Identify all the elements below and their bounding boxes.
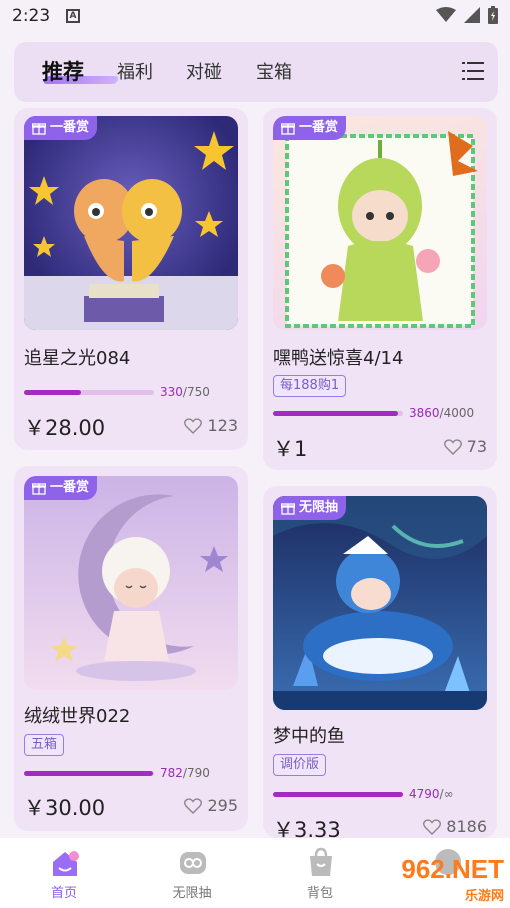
product-badge: 调价版 [273, 754, 327, 776]
like-count: 123 [207, 416, 238, 435]
lottery-type-tag: 一番赏 [24, 116, 98, 140]
product-card[interactable]: 无限抽 梦中的鱼 调价版 4790/∞ ￥3.33 8186 [263, 486, 497, 842]
like-count: 8186 [446, 817, 487, 836]
gift-icon [281, 503, 295, 515]
product-image: 一番赏 [24, 476, 238, 690]
sales-progress-bar [24, 771, 154, 776]
product-image: 无限抽 [273, 496, 487, 710]
nav-backpack[interactable]: 背包 [270, 838, 370, 908]
progress-fill [24, 390, 82, 395]
heart-icon [184, 797, 203, 814]
product-card[interactable]: 一番赏 追星之光084 330/750 ￥28.00 123 [14, 108, 248, 450]
nav-infinite-draw[interactable]: 无限抽 [142, 838, 242, 908]
status-time: 2:23 [12, 6, 51, 26]
product-title: 绒绒世界022 [24, 706, 131, 727]
product-image: 一番赏 [24, 116, 238, 330]
sales-progress-bar [273, 792, 403, 797]
nav-home[interactable]: 首页 [14, 838, 114, 908]
progress-count: 782/790 [160, 766, 210, 780]
gift-icon [281, 123, 295, 135]
lottery-type-tag: 一番赏 [273, 116, 347, 140]
site-watermark: 962.NET 乐游网 [401, 854, 504, 904]
gift-icon [32, 123, 46, 135]
tag-label: 一番赏 [50, 120, 90, 135]
product-title: 追星之光084 [24, 348, 131, 369]
progress-count: 330/750 [160, 385, 210, 399]
sales-progress-bar [24, 390, 154, 395]
like-count: 73 [466, 437, 487, 456]
lottery-type-tag: 一番赏 [24, 476, 98, 500]
watermark-main: 962.NET [401, 854, 504, 884]
wifi-icon [436, 7, 456, 22]
like-button[interactable]: 123 [184, 416, 238, 435]
nav-backpack-label: 背包 [306, 886, 333, 901]
nav-infinite-draw-label: 无限抽 [172, 886, 212, 901]
figure-illustration [273, 496, 487, 710]
tag-label: 一番赏 [299, 120, 339, 135]
watermark-sub: 乐游网 [464, 888, 504, 903]
figure-illustration [285, 131, 478, 328]
product-price: ￥30.00 [24, 796, 106, 820]
home-icon [53, 851, 79, 876]
progress-fill [24, 771, 153, 776]
progress-fill [273, 411, 399, 416]
like-button[interactable]: 8186 [423, 817, 487, 836]
tab-welfare[interactable]: 福利 [117, 58, 153, 84]
heart-icon [423, 818, 442, 835]
menu-icon[interactable] [462, 62, 484, 80]
notification-icon: A [66, 9, 80, 23]
status-icons [436, 6, 498, 24]
like-count: 295 [207, 796, 238, 815]
status-bar: 2:23 A [0, 0, 510, 34]
signal-icon [464, 7, 480, 23]
figure-illustration [24, 131, 238, 330]
like-button[interactable]: 73 [443, 437, 487, 456]
product-card[interactable]: 一番赏 绒绒世界022 五箱 782/790 ￥30.00 295 [14, 466, 248, 831]
tag-label: 一番赏 [50, 480, 90, 495]
product-card[interactable]: 一番赏 嘿鸭送惊喜4/14 每188购1 3860/4000 ￥1 73 [263, 108, 497, 470]
nav-home-label: 首页 [50, 886, 77, 901]
product-title: 嘿鸭送惊喜4/14 [273, 348, 404, 369]
lottery-type-tag: 无限抽 [273, 496, 347, 520]
battery-icon [488, 6, 498, 24]
heart-icon [184, 417, 203, 434]
product-badge: 每188购1 [273, 375, 347, 397]
sales-progress-bar [273, 411, 403, 416]
progress-count: 3860/4000 [409, 406, 475, 420]
product-price: ￥1 [273, 437, 308, 461]
product-price: ￥28.00 [24, 416, 106, 440]
product-image: 一番赏 [273, 116, 487, 330]
like-button[interactable]: 295 [184, 796, 238, 815]
tab-recommend[interactable]: 推荐 [42, 56, 84, 86]
backpack-icon [310, 847, 332, 876]
figure-illustration [50, 494, 228, 681]
tag-label: 无限抽 [299, 500, 339, 515]
progress-count: 4790/∞ [409, 787, 454, 801]
product-badge: 五箱 [24, 734, 65, 756]
product-title: 梦中的鱼 [273, 726, 345, 747]
category-tab-bar: 推荐 福利 对碰 宝箱 [14, 42, 498, 102]
progress-fill [273, 792, 403, 797]
heart-icon [443, 438, 462, 455]
infinite-draw-icon [180, 852, 206, 874]
tab-versus[interactable]: 对碰 [186, 58, 222, 84]
gift-icon [32, 483, 46, 495]
tab-treasure-box[interactable]: 宝箱 [256, 58, 292, 84]
